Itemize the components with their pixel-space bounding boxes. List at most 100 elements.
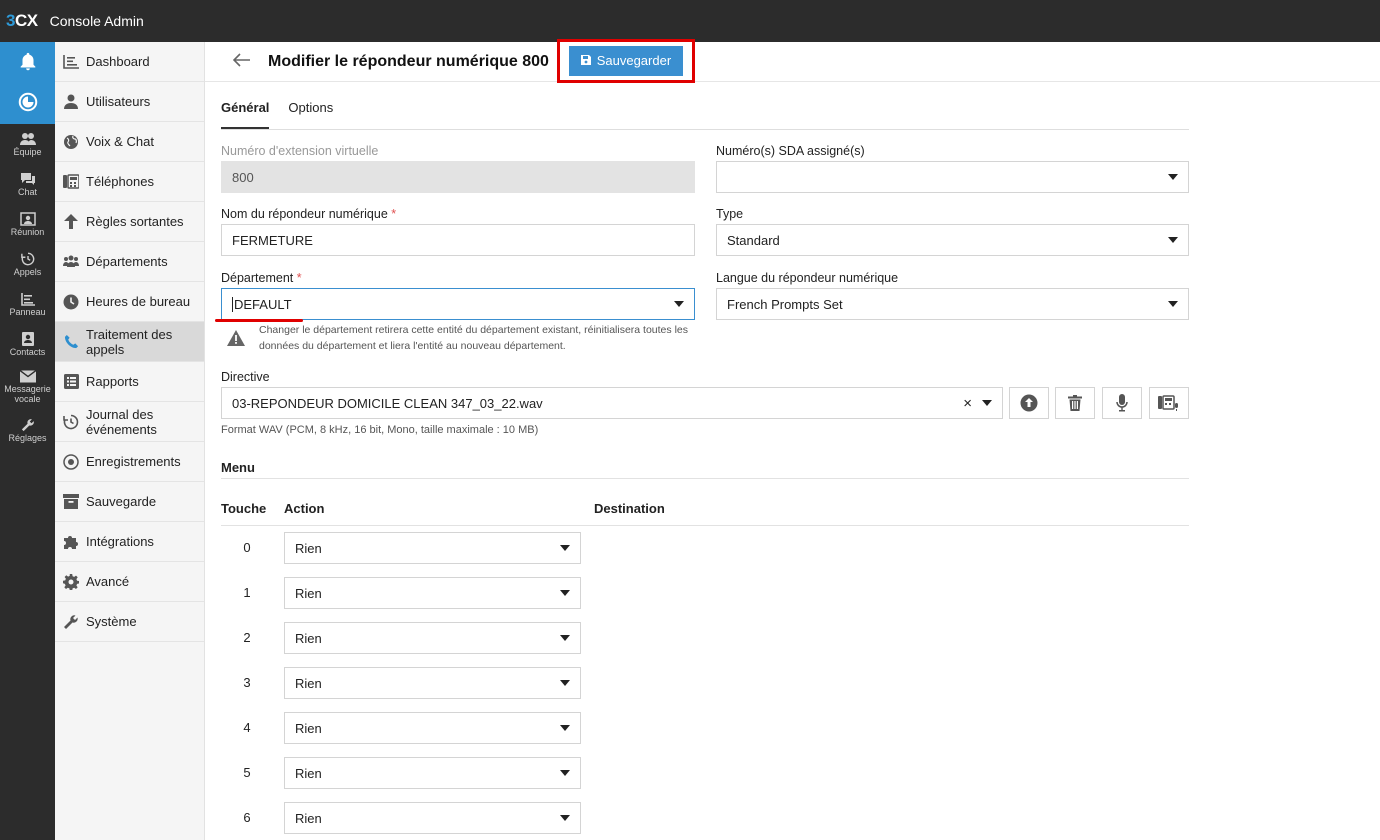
chevron-down-icon [560,545,570,551]
list-icon [63,374,79,390]
sidebar-item-call-handling[interactable]: Traitement des appels [55,322,204,362]
menu-key: 5 [243,765,251,780]
prompt-label: Directive [221,370,270,384]
ext-field: 800 [221,161,695,193]
team-icon [19,132,36,145]
menu-key: 0 [243,540,251,555]
menu-action-select[interactable]: Rien [284,622,581,654]
menu-action-select[interactable]: Rien [284,532,581,564]
ext-label: Numéro d'extension virtuelle [221,144,379,158]
chevron-down-icon [560,725,570,731]
dept-label: Département * [221,271,302,285]
microphone-icon [1116,394,1128,412]
top-bar: 3CX Console Admin [0,0,1380,42]
sidebar-item-phones[interactable]: Téléphones [55,162,204,202]
type-select[interactable]: Standard [716,224,1189,256]
tab-bar: Général Options [221,89,1189,130]
back-arrow-icon[interactable] [232,50,257,73]
phone-icon [63,334,79,350]
dept-select[interactable]: DEFAULT [221,288,695,320]
rail-calls[interactable]: Appels [0,244,55,284]
menu-key: 3 [243,675,251,690]
desk-phone-icon [63,174,79,190]
phone-record-button[interactable] [1149,387,1189,419]
app-title: Console Admin [49,13,144,29]
sidebar-item-voice-chat[interactable]: Voix & Chat [55,122,204,162]
sidebar-item-dashboard[interactable]: Dashboard [55,42,204,82]
page-header: Modifier le répondeur numérique 800 Sauv… [205,38,1380,83]
chart-icon [63,54,79,70]
prompt-select[interactable]: 03-REPONDEUR DOMICILE CLEAN 347_03_22.wa… [221,387,1003,419]
rail-voicemail[interactable]: Messagerie vocale [0,364,55,410]
chevron-down-icon [1168,301,1178,307]
chevron-down-icon [560,815,570,821]
contacts-icon [21,331,34,346]
chevron-down-icon [674,301,684,307]
chevron-down-icon [1168,174,1178,180]
menu-action-select[interactable]: Rien [284,667,581,699]
menu-action-select[interactable]: Rien [284,577,581,609]
menu-title: Menu [221,460,255,475]
did-label: Numéro(s) SDA assigné(s) [716,144,865,158]
sidebar-item-integrations[interactable]: Intégrations [55,522,204,562]
record-icon [63,453,79,470]
rail-chat[interactable]: Chat [0,164,55,204]
chevron-down-icon [560,680,570,686]
did-select[interactable] [716,161,1189,193]
menu-key: 2 [243,630,251,645]
rail-team[interactable]: Équipe [0,124,55,164]
wrench-icon [63,614,79,630]
rail-contacts[interactable]: Contacts [0,324,55,364]
tab-options[interactable]: Options [288,89,333,129]
sidebar-item-system[interactable]: Système [55,602,204,642]
sidebar-item-backup[interactable]: Sauvegarde [55,482,204,522]
admin-console-icon[interactable] [0,82,55,122]
sidebar-item-outbound-rules[interactable]: Règles sortantes [55,202,204,242]
group-icon [63,254,79,270]
sidebar-item-recordings[interactable]: Enregistrements [55,442,204,482]
divider [221,525,1189,526]
menu-key: 4 [243,720,251,735]
desk-phone-mic-icon [1158,395,1178,411]
archive-icon [63,494,79,510]
sidebar-item-advanced[interactable]: Avancé [55,562,204,602]
divider [221,478,1189,479]
menu-action-select[interactable]: Rien [284,757,581,789]
type-label: Type [716,207,744,221]
col-key-header: Touche [221,501,267,516]
menu-action-select[interactable]: Rien [284,712,581,744]
menu-action-select[interactable]: Rien [284,802,581,834]
save-button[interactable]: Sauvegarder [568,45,683,76]
chevron-down-icon [1168,237,1178,243]
lang-select[interactable]: French Prompts Set [716,288,1189,320]
rail-meeting[interactable]: Réunion [0,204,55,244]
app-logo[interactable]: 3CX [6,11,38,31]
chevron-down-icon [560,635,570,641]
mail-icon [19,370,36,383]
sidebar-item-event-log[interactable]: Journal des événements [55,402,204,442]
col-destination-header: Destination [594,501,665,516]
puzzle-icon [63,534,79,550]
clear-icon[interactable]: × [963,395,972,412]
notifications-icon[interactable] [0,42,55,82]
upload-button[interactable] [1009,387,1049,419]
chat-icon [20,172,35,185]
tab-general[interactable]: Général [221,89,270,129]
gear-icon [63,573,79,590]
name-label: Nom du répondeur numérique * [221,207,397,221]
history-icon [20,252,34,265]
delete-button[interactable] [1055,387,1095,419]
meeting-icon [19,211,36,226]
name-field[interactable]: FERMETURE [221,224,695,256]
save-highlight: Sauvegarder [556,38,695,83]
sidebar-item-departments[interactable]: Départements [55,242,204,282]
sidebar-item-office-hours[interactable]: Heures de bureau [55,282,204,322]
panel-icon [20,292,35,306]
trash-icon [1068,395,1082,411]
sidebar-item-users[interactable]: Utilisateurs [55,82,204,122]
record-button[interactable] [1102,387,1142,419]
rail-settings[interactable]: Réglages [0,410,55,450]
rail-panel[interactable]: Panneau [0,284,55,324]
globe-icon [63,134,79,150]
sidebar-item-reports[interactable]: Rapports [55,362,204,402]
